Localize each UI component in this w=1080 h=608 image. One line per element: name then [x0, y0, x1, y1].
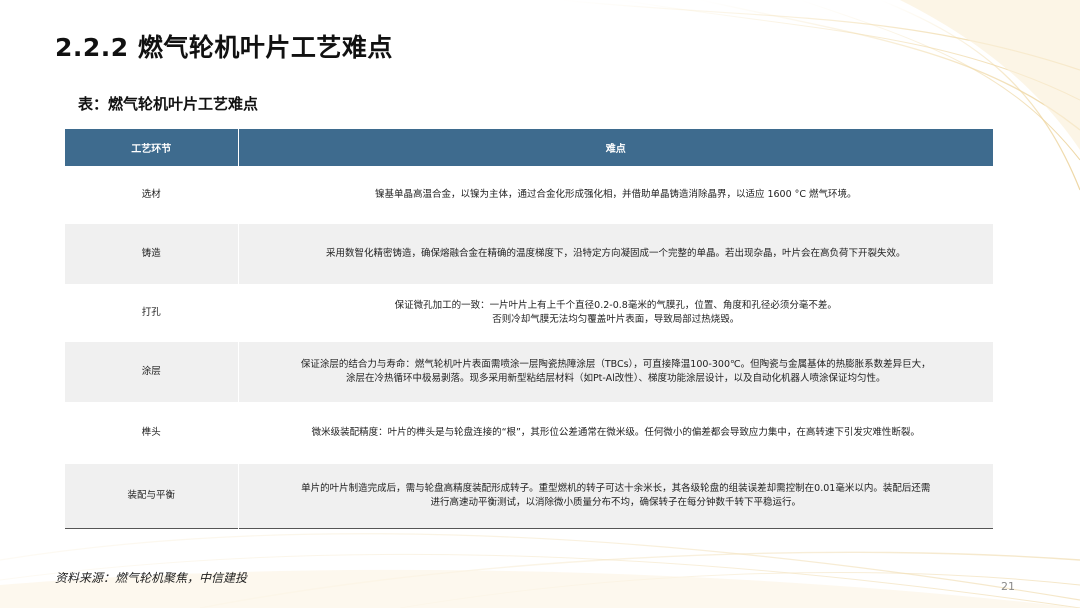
difficulty-line: 镍基单晶高温合金，以镍为主体，通过合金化形成强化相，并借助单晶铸造消除晶界，以适…	[374, 189, 857, 200]
row-stage-cell: 选材	[65, 166, 239, 224]
table-header-row: 工艺环节 难点	[65, 129, 993, 166]
row-difficulty-cell: 镍基单晶高温合金，以镍为主体，通过合金化形成强化相，并借助单晶铸造消除晶界，以适…	[238, 166, 993, 224]
row-difficulty-cell: 采用数智化精密铸造，确保熔融合金在精确的温度梯度下，沿特定方向凝固成一个完整的单…	[238, 224, 993, 284]
row-stage-cell: 涂层	[65, 342, 239, 402]
slide-title: 2.2.2 燃气轮机叶片工艺难点	[55, 33, 393, 62]
page-number: 21	[1001, 580, 1015, 593]
table-row: 打孔 保证微孔加工的一致：一片叶片上有上千个直径0.2-0.8毫米的气膜孔，位置…	[65, 284, 993, 342]
table-row: 选材 镍基单晶高温合金，以镍为主体，通过合金化形成强化相，并借助单晶铸造消除晶界…	[65, 166, 993, 224]
difficulty-line: 单片的叶片制造完成后，需与轮盘高精度装配形成转子。重型燃机的转子可达十余米长，其…	[301, 482, 931, 494]
row-stage-cell: 榫头	[65, 402, 239, 464]
table-row: 装配与平衡 单片的叶片制造完成后，需与轮盘高精度装配形成转子。重型燃机的转子可达…	[65, 464, 993, 528]
difficulty-line: 涂层在冷热循环中极易剥落。现多采用新型粘结层材料（如Pt-Al改性）、梯度功能涂…	[345, 373, 886, 384]
row-difficulty-cell: 微米级装配精度：叶片的榫头是与轮盘连接的“根”，其形位公差通常在微米级。任何微小…	[238, 402, 993, 464]
row-difficulty-cell: 保证微孔加工的一致：一片叶片上有上千个直径0.2-0.8毫米的气膜孔，位置、角度…	[238, 284, 993, 342]
header-difficulty: 难点	[238, 129, 993, 166]
source-note: 资料来源：燃气轮机聚焦，中信建投	[55, 571, 248, 585]
difficulty-line: 保证微孔加工的一致：一片叶片上有上千个直径0.2-0.8毫米的气膜孔，位置、角度…	[394, 300, 837, 311]
header-process-stage: 工艺环节	[65, 129, 239, 166]
table-row: 涂层 保证涂层的结合力与寿命：燃气轮机叶片表面需喷涂一层陶瓷热障涂层（TBCs）…	[65, 342, 993, 402]
top-right-glow	[900, 0, 1080, 150]
difficulty-line: 保证涂层的结合力与寿命：燃气轮机叶片表面需喷涂一层陶瓷热障涂层（TBCs），可直…	[300, 359, 931, 370]
difficulty-line: 微米级装配精度：叶片的榫头是与轮盘连接的“根”，其形位公差通常在微米级。任何微小…	[311, 427, 920, 438]
difficulty-line: 否则冷却气膜无法均匀覆盖叶片表面，导致局部过热烧毁。	[492, 314, 740, 325]
process-difficulty-table: 工艺环节 难点 选材 镍基单晶高温合金，以镍为主体，通过合金化形成强化相，并借助…	[65, 129, 993, 529]
row-difficulty-cell: 单片的叶片制造完成后，需与轮盘高精度装配形成转子。重型燃机的转子可达十余米长，其…	[238, 464, 993, 528]
table-row: 铸造 采用数智化精密铸造，确保熔融合金在精确的温度梯度下，沿特定方向凝固成一个完…	[65, 224, 993, 284]
row-stage-cell: 打孔	[65, 284, 239, 342]
table-caption: 表：燃气轮机叶片工艺难点	[78, 95, 259, 113]
row-difficulty-cell: 保证涂层的结合力与寿命：燃气轮机叶片表面需喷涂一层陶瓷热障涂层（TBCs），可直…	[238, 342, 993, 402]
difficulty-line: 采用数智化精密铸造，确保熔融合金在精确的温度梯度下，沿特定方向凝固成一个完整的单…	[325, 248, 906, 259]
row-stage-cell: 铸造	[65, 224, 239, 284]
row-stage-cell: 装配与平衡	[65, 464, 239, 528]
table-row: 榫头 微米级装配精度：叶片的榫头是与轮盘连接的“根”，其形位公差通常在微米级。任…	[65, 402, 993, 464]
difficulty-line: 进行高速动平衡测试，以消除微小质量分布不均，确保转子在每分钟数千转下平稳运行。	[430, 496, 801, 508]
